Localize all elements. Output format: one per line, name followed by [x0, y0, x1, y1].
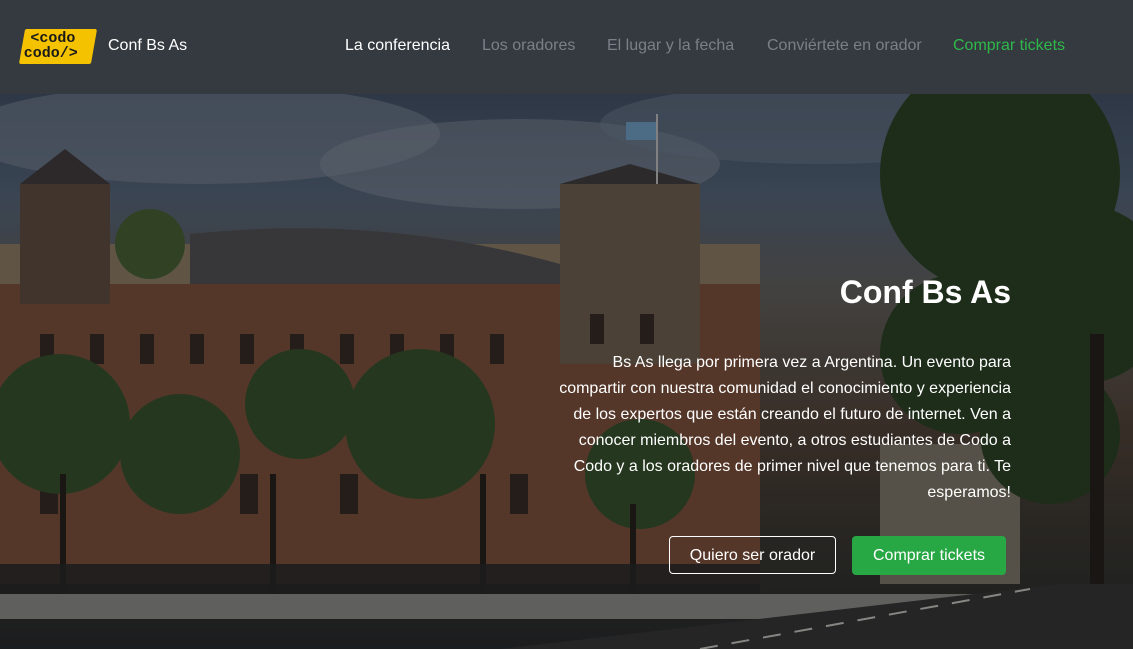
- brand-name[interactable]: Conf Bs As: [108, 37, 187, 55]
- hero-title: Conf Bs As: [839, 274, 1011, 310]
- nav-los-oradores[interactable]: Los oradores: [482, 37, 575, 55]
- nav-la-conferencia[interactable]: La conferencia: [345, 37, 450, 55]
- navbar: <codo codo/> Conf Bs As La conferencia L…: [0, 0, 1133, 94]
- hero-description: Bs As llega por primera vez a Argentina.…: [559, 354, 1011, 501]
- nav-convertite-orador[interactable]: Conviértete en orador: [767, 37, 922, 55]
- nav-lugar-fecha[interactable]: El lugar y la fecha: [607, 37, 734, 55]
- buy-tickets-button[interactable]: Comprar tickets: [852, 536, 1006, 575]
- logo-text-bottom: codo/>: [23, 45, 78, 62]
- logo-text-top: <codo: [30, 30, 76, 47]
- nav-comprar-tickets[interactable]: Comprar tickets: [953, 37, 1065, 55]
- speaker-button[interactable]: Quiero ser orador: [669, 536, 836, 574]
- codo-a-codo-logo[interactable]: <codo codo/>: [18, 29, 98, 64]
- hero-section: Conf Bs As Bs As llega por primera vez a…: [0, 94, 1133, 649]
